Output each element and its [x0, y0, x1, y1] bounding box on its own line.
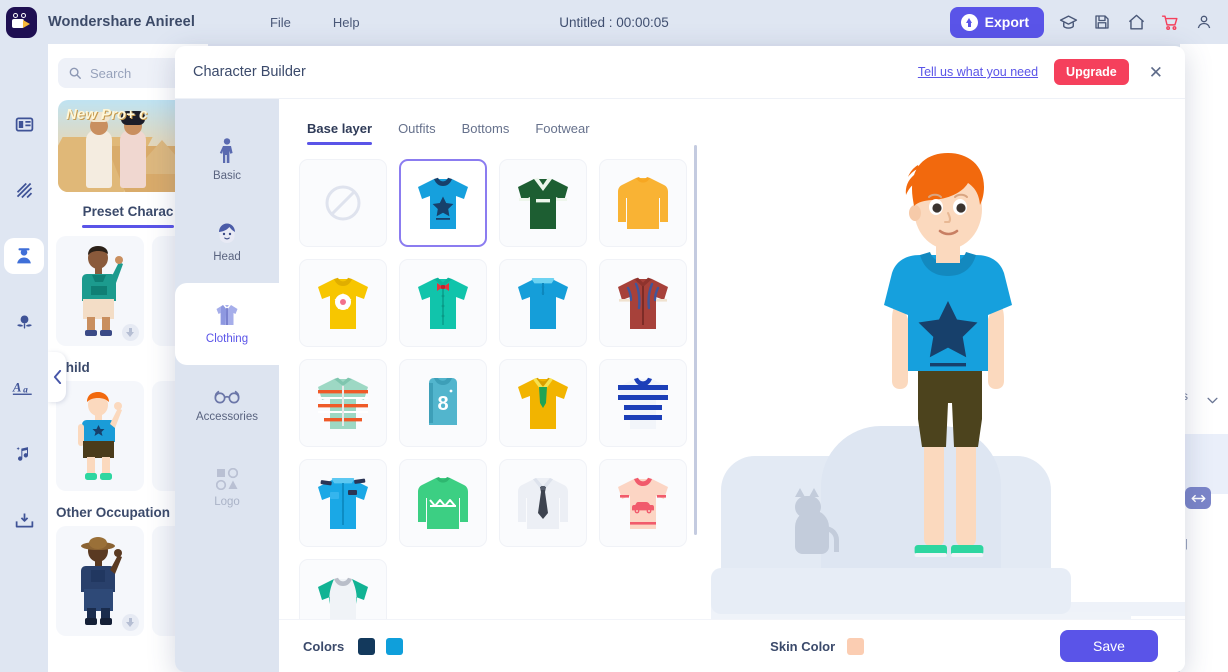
preview-cat-silhouette [789, 488, 839, 554]
rail-item-import[interactable] [4, 502, 44, 538]
anireel-logo-icon [6, 6, 37, 38]
save-button[interactable]: Save [1060, 630, 1158, 662]
color-swatch[interactable] [386, 637, 404, 655]
promo-banner-text: New Pro+ c [66, 106, 148, 123]
chevron-down-icon[interactable] [1207, 393, 1218, 407]
svg-text:8: 8 [437, 393, 448, 415]
clothing-item-blue-polo-shirt[interactable] [499, 259, 587, 347]
tab-outfits[interactable]: Outfits [398, 121, 436, 145]
sidebar-item-accessories-label: Accessories [196, 411, 258, 423]
sidebar-item-head-label: Head [213, 251, 241, 263]
clothing-item-blue-uniform-shirt[interactable] [299, 459, 387, 547]
character-builder-dialog: Character Builder Tell us what you need … [175, 46, 1185, 672]
tab-bottoms[interactable]: Bottoms [462, 121, 510, 145]
menu-item-help[interactable]: Help [333, 15, 360, 30]
clothing-item-green-v-neck-jersey[interactable] [499, 159, 587, 247]
account-icon[interactable] [1194, 12, 1214, 32]
color-swatches [358, 637, 404, 655]
sidebar-item-basic[interactable]: Basic [175, 119, 279, 201]
search-placeholder: Search [90, 65, 132, 81]
scrollbar-thumb[interactable] [694, 145, 697, 535]
clothing-item-teal-bowtie-shirt[interactable] [399, 259, 487, 347]
tell-us-link[interactable]: Tell us what you need [918, 65, 1038, 79]
clothing-item-red-hawaiian-shirt[interactable] [599, 259, 687, 347]
dialog-header-actions: Tell us what you need Upgrade ✕ [918, 59, 1167, 85]
dialog-body: Basic Head Clothing Accessories Logo Bas… [175, 99, 1185, 672]
sidebar-item-clothing-label: Clothing [205, 333, 249, 345]
skin-color-label: Skin Color [770, 638, 836, 654]
left-rail: A a [0, 44, 48, 672]
tab-footwear[interactable]: Footwear [535, 121, 589, 145]
dialog-sidebar: Basic Head Clothing Accessories Logo [175, 99, 279, 672]
clothing-item-blue-star-tshirt[interactable] [399, 159, 487, 247]
right-panel-band [1180, 434, 1228, 494]
upload-icon [960, 13, 978, 31]
close-icon[interactable]: ✕ [1145, 62, 1167, 83]
export-button[interactable]: Export [949, 6, 1044, 38]
menu-bar: File Help [270, 15, 360, 30]
rail-item-background[interactable] [4, 172, 44, 208]
rail-item-character[interactable] [4, 238, 44, 274]
rail-item-music[interactable] [4, 436, 44, 472]
clothing-item-white-shirt-with-tie[interactable] [499, 459, 587, 547]
carousel-prev-button[interactable] [48, 352, 66, 402]
character-card[interactable] [56, 526, 144, 636]
clothing-item-orange-long-sleeve[interactable] [599, 159, 687, 247]
resize-horizontal-icon[interactable] [1185, 487, 1211, 509]
character-card[interactable] [56, 381, 144, 491]
character-card[interactable] [56, 236, 144, 346]
dialog-title: Character Builder [193, 64, 306, 80]
right-properties-panel: s | | [1179, 44, 1228, 672]
title-bar: Wondershare Anireel File Help Untitled :… [0, 0, 1228, 44]
dialog-header: Character Builder Tell us what you need … [175, 46, 1185, 99]
sidebar-item-logo-label: Logo [214, 496, 240, 508]
clothing-item-striped-green-shirt[interactable] [299, 359, 387, 447]
clothing-tabs: Base layer Outfits Bottoms Footwear [279, 99, 1185, 145]
content-inner: 8 [279, 145, 1185, 672]
sidebar-item-clothing[interactable]: Clothing [175, 283, 279, 365]
tab-underline [82, 225, 174, 228]
clothing-grid: 8 [299, 159, 711, 647]
tab-base-layer[interactable]: Base layer [307, 121, 373, 145]
clothing-item-green-zigzag-sweater[interactable] [399, 459, 487, 547]
clothing-item-blue-striped-tee[interactable] [599, 359, 687, 447]
sidebar-item-logo[interactable]: Logo [175, 447, 279, 529]
clothing-grid-wrapper: 8 [279, 145, 711, 672]
academy-icon[interactable] [1058, 12, 1078, 32]
color-swatch[interactable] [358, 637, 376, 655]
clothing-grid-scrollbar[interactable] [694, 145, 697, 535]
clothing-item-yellow-scarf-shirt[interactable] [499, 359, 587, 447]
sidebar-item-basic-label: Basic [212, 170, 242, 182]
cart-icon[interactable] [1160, 12, 1180, 32]
upgrade-button[interactable]: Upgrade [1054, 59, 1129, 85]
app-title: Wondershare Anireel [48, 14, 195, 30]
export-button-label: Export [984, 14, 1029, 30]
character-figure [884, 153, 1012, 557]
tab-preset-characters-label: Preset Charac [82, 204, 174, 219]
download-icon[interactable] [122, 324, 139, 341]
clothing-item-pink-car-tshirt[interactable] [599, 459, 687, 547]
clothing-item-blue-number-8-jersey[interactable]: 8 [399, 359, 487, 447]
sidebar-item-head[interactable]: Head [175, 201, 279, 283]
rail-item-prop[interactable] [4, 304, 44, 340]
colors-label: Colors [303, 638, 345, 654]
clothing-item-none-option[interactable] [299, 159, 387, 247]
titlebar-actions: Export [949, 6, 1228, 38]
home-icon[interactable] [1126, 12, 1146, 32]
dialog-footer: Colors Skin Color Save [279, 619, 1185, 672]
save-icon[interactable] [1092, 12, 1112, 32]
clothing-item-yellow-flower-tshirt[interactable] [299, 259, 387, 347]
skin-color-swatch[interactable] [847, 637, 865, 655]
character-preview [711, 145, 1185, 672]
download-icon[interactable] [122, 614, 139, 631]
menu-item-file[interactable]: File [270, 15, 291, 30]
rail-item-text[interactable]: A a [4, 370, 44, 406]
svg-text:A: A [12, 380, 22, 394]
dialog-content: Base layer Outfits Bottoms Footwear 8 [279, 99, 1185, 672]
sidebar-item-accessories[interactable]: Accessories [175, 365, 279, 447]
rail-item-template[interactable] [4, 106, 44, 142]
